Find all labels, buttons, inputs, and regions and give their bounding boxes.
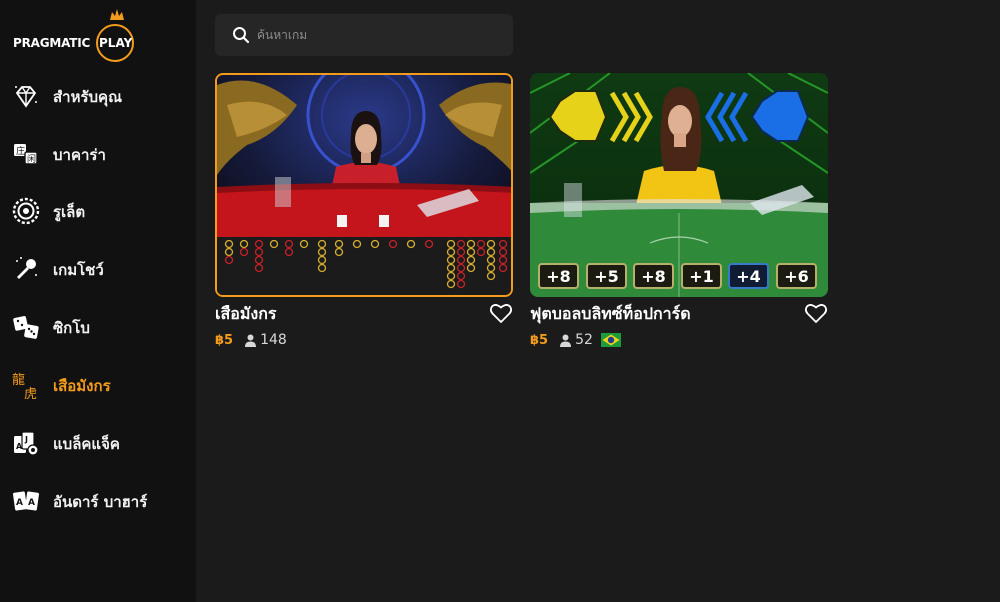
- sidebar-item-roulette[interactable]: รูเล็ต: [0, 187, 196, 235]
- player-icon: [245, 334, 257, 347]
- player-icon: [560, 334, 572, 347]
- pragmatic-play-logo[interactable]: PRAGMATIC PLAY: [13, 8, 137, 62]
- sidebar-item-label: เกมโชว์: [53, 261, 104, 279]
- svg-text:虎: 虎: [24, 387, 37, 399]
- microphone-icon: [16, 257, 37, 279]
- sidebar-item-baccarat[interactable]: 庄 闲 บาคาร่า: [0, 130, 196, 178]
- player-count: 52: [575, 332, 593, 348]
- game-meta: ฿5 148: [215, 331, 295, 349]
- sidebar: PRAGMATIC PLAY สำหรับคุณ 庄 闲 บาคาร่า รูเ…: [0, 0, 196, 602]
- game-title[interactable]: เสือมังกร: [215, 302, 276, 327]
- logo-wordmark: PRAGMATIC: [13, 36, 91, 50]
- multiplier-chip: +8: [538, 263, 579, 289]
- svg-text:A: A: [16, 442, 23, 451]
- svg-text:龍: 龍: [12, 372, 25, 388]
- sidebar-item-sic-bo[interactable]: ซิกโบ: [0, 303, 196, 351]
- sidebar-item-label: อันดาร์ บาฮาร์: [53, 493, 148, 511]
- multiplier-chip: +4: [728, 263, 769, 289]
- crown-icon: [110, 9, 124, 20]
- multiplier-chip: +1: [681, 263, 722, 289]
- dragon-tiger-table-image: [217, 75, 511, 295]
- svg-text:庄: 庄: [16, 145, 25, 157]
- svg-text:A: A: [16, 498, 23, 508]
- min-bet: ฿5: [530, 332, 549, 348]
- multiplier-chip: +8: [633, 263, 674, 289]
- search-input[interactable]: [257, 23, 497, 47]
- game-thumbnail[interactable]: [215, 73, 513, 297]
- sidebar-item-dragon-tiger[interactable]: 龍 虎 เสือมังกร: [0, 361, 196, 409]
- logo-play-circle: PLAY: [96, 24, 134, 62]
- svg-text:闲: 闲: [27, 154, 36, 165]
- heart-icon[interactable]: [804, 302, 828, 324]
- sidebar-item-andar-bahar[interactable]: A A อันดาร์ บาฮาร์: [0, 477, 196, 525]
- sidebar-item-label: สำหรับคุณ: [53, 88, 122, 106]
- search-icon: [233, 27, 250, 44]
- cards-chip-icon: A J: [14, 431, 39, 456]
- sidebar-item-blackjack[interactable]: A J แบล็คแจ็ค: [0, 419, 196, 467]
- dragon-tiger-icon: 龍 虎: [12, 372, 37, 399]
- dice-icon: [13, 316, 39, 339]
- svg-text:A: A: [28, 498, 35, 508]
- sidebar-item-game-show[interactable]: เกมโชว์: [0, 245, 196, 293]
- sidebar-item-label: รูเล็ต: [53, 203, 86, 221]
- game-title[interactable]: ฟุตบอลบลิทซ์ท็อปการ์ด: [530, 302, 691, 327]
- heart-icon[interactable]: [489, 302, 513, 324]
- game-thumbnail[interactable]: +8 +5 +8 +1 +4 +6: [530, 73, 828, 297]
- multiplier-chip: +5: [586, 263, 627, 289]
- brazil-flag-icon: [600, 333, 621, 347]
- sidebar-item-label: บาคาร่า: [53, 146, 106, 164]
- search-bar: [215, 14, 513, 56]
- sidebar-item-for-you[interactable]: สำหรับคุณ: [0, 72, 196, 120]
- player-count: 148: [260, 332, 287, 348]
- svg-text:J: J: [24, 435, 28, 444]
- diamond-icon: [15, 86, 37, 108]
- baccarat-icon: 庄 闲: [14, 144, 38, 165]
- multiplier-chip: +6: [776, 263, 817, 289]
- sidebar-item-label: เสือมังกร: [53, 377, 111, 395]
- aces-icon: A A: [12, 491, 40, 511]
- roulette-icon: [12, 197, 40, 225]
- min-bet: ฿5: [215, 332, 234, 348]
- game-meta: ฿5 52: [530, 331, 621, 349]
- sidebar-item-label: ซิกโบ: [53, 319, 90, 337]
- sidebar-item-label: แบล็คแจ็ค: [53, 435, 120, 453]
